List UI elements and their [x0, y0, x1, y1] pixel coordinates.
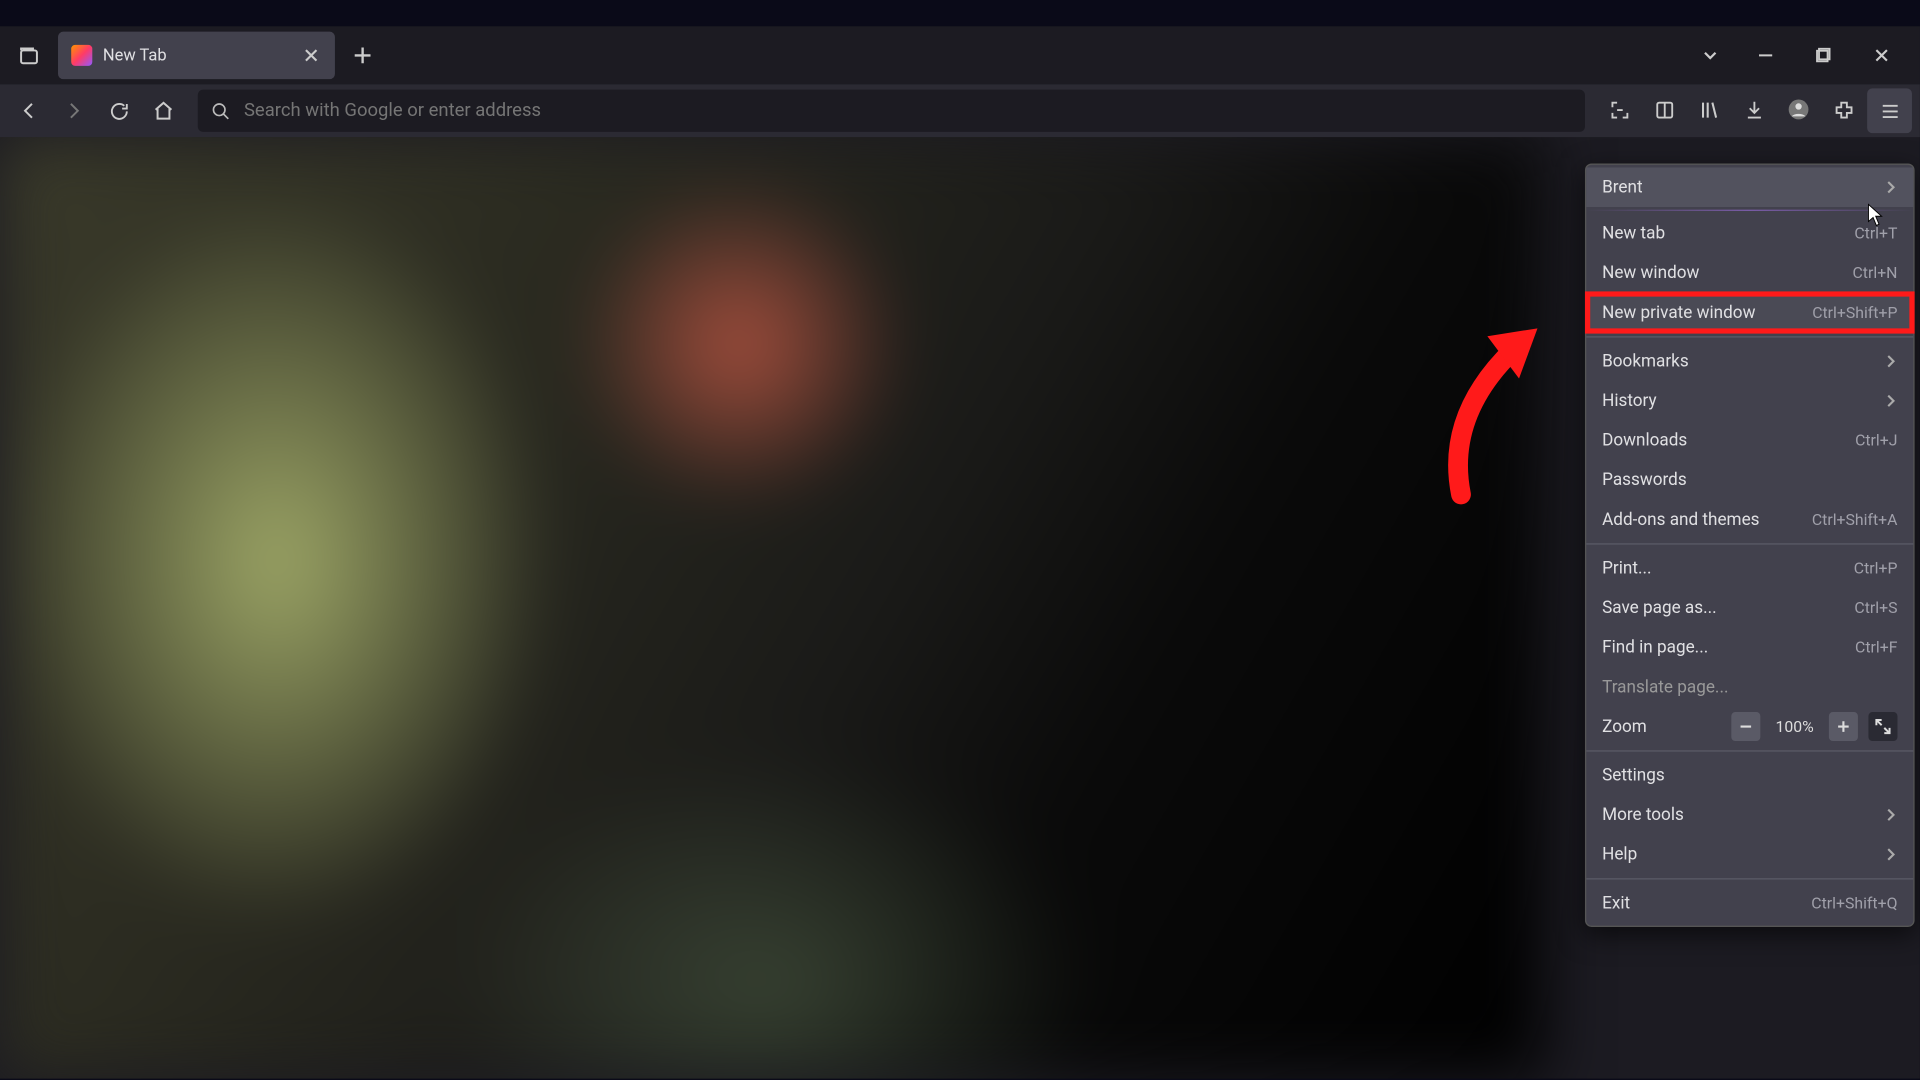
app-menu-button[interactable]	[1867, 88, 1912, 133]
menu-translate: Translate page...	[1586, 667, 1913, 707]
zoom-value: 100%	[1771, 717, 1818, 735]
chevron-right-icon	[1884, 181, 1897, 194]
window-close-button[interactable]	[1854, 33, 1909, 78]
nav-toolbar	[0, 84, 1920, 137]
forward-button[interactable]	[53, 90, 95, 132]
window-maximize-button[interactable]	[1796, 33, 1851, 78]
fullscreen-button[interactable]	[1868, 712, 1897, 741]
menu-addons[interactable]: Add-ons and themes Ctrl+Shift+A	[1586, 500, 1913, 540]
app-menu: Brent New tab Ctrl+T New window Ctrl+N N…	[1585, 164, 1915, 927]
tab-title: New Tab	[103, 45, 290, 65]
screenshot-button[interactable]	[1598, 88, 1640, 130]
chevron-right-icon	[1884, 355, 1897, 368]
menu-help[interactable]: Help	[1586, 835, 1913, 875]
chevron-right-icon	[1884, 394, 1897, 407]
extensions-button[interactable]	[1822, 88, 1864, 130]
menu-settings[interactable]: Settings	[1586, 756, 1913, 796]
reader-view-button[interactable]	[1643, 88, 1685, 130]
menu-bookmarks[interactable]: Bookmarks	[1586, 342, 1913, 382]
recent-browsing-button[interactable]	[5, 32, 52, 79]
tab-new-tab[interactable]: New Tab	[58, 32, 335, 79]
firefox-icon	[71, 45, 92, 66]
downloads-button[interactable]	[1733, 88, 1775, 130]
menu-new-tab[interactable]: New tab Ctrl+T	[1586, 214, 1913, 254]
menu-account[interactable]: Brent	[1586, 167, 1913, 207]
chevron-right-icon	[1884, 848, 1897, 861]
menu-save-page[interactable]: Save page as... Ctrl+S	[1586, 588, 1913, 628]
url-bar[interactable]	[198, 90, 1585, 132]
menu-find[interactable]: Find in page... Ctrl+F	[1586, 628, 1913, 668]
menu-downloads[interactable]: Downloads Ctrl+J	[1586, 421, 1913, 461]
menu-zoom-row: Zoom 100%	[1586, 707, 1913, 747]
new-tab-button[interactable]	[340, 33, 385, 78]
menu-history[interactable]: History	[1586, 381, 1913, 421]
search-icon	[211, 101, 231, 121]
account-button[interactable]	[1777, 88, 1819, 130]
reload-button[interactable]	[98, 90, 140, 132]
menu-account-label: Brent	[1602, 177, 1643, 197]
blurred-background	[0, 137, 1543, 1078]
library-button[interactable]	[1688, 88, 1730, 130]
menu-passwords[interactable]: Passwords	[1586, 460, 1913, 500]
zoom-out-button[interactable]	[1731, 712, 1760, 741]
menu-new-window[interactable]: New window Ctrl+N	[1586, 253, 1913, 293]
list-all-tabs-button[interactable]	[1683, 33, 1738, 78]
home-button[interactable]	[142, 90, 184, 132]
chevron-right-icon	[1884, 808, 1897, 821]
zoom-in-button[interactable]	[1829, 712, 1858, 741]
back-button[interactable]	[8, 90, 50, 132]
address-input[interactable]	[244, 100, 1572, 121]
window-minimize-button[interactable]	[1738, 33, 1793, 78]
tab-bar: New Tab	[0, 26, 1920, 84]
tab-close-button[interactable]	[301, 47, 322, 63]
menu-more-tools[interactable]: More tools	[1586, 795, 1913, 835]
menu-exit[interactable]: Exit Ctrl+Shift+Q	[1586, 883, 1913, 923]
menu-print[interactable]: Print... Ctrl+P	[1586, 549, 1913, 589]
menu-new-private-window[interactable]: New private window Ctrl+Shift+P	[1586, 293, 1913, 333]
